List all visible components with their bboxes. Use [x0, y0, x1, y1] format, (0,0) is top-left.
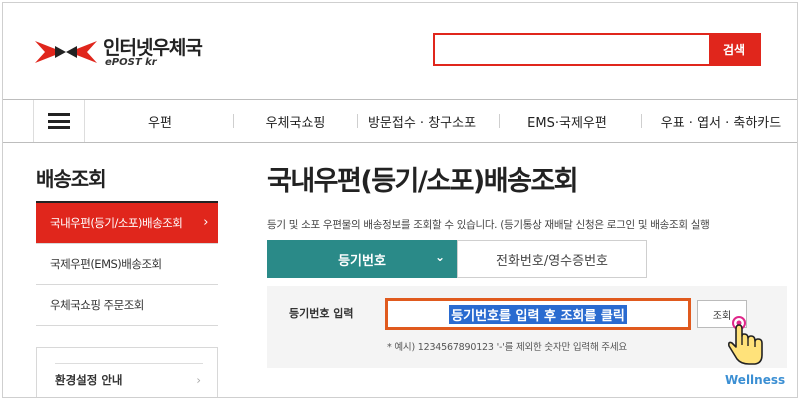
- watermark-text: Wellness: [725, 373, 786, 387]
- settings-guide-label: 환경설정 안내: [55, 373, 123, 387]
- search-button[interactable]: 검색: [709, 35, 759, 64]
- sidebar-item-label: 국내우편(등기/소포)배송조회: [50, 216, 183, 230]
- tracking-form: 등기번호 입력 등기번호를 입력 후 조회를 클릭 조회 * 예시) 12345…: [267, 286, 787, 368]
- search-input[interactable]: [435, 35, 709, 64]
- sidebar-item-label: 우체국쇼핑 주문조회: [50, 298, 144, 312]
- tab-phone-receipt[interactable]: 전화번호/영수증번호: [457, 240, 647, 278]
- nav-divider: [233, 114, 234, 128]
- sidebar-item-label: 국제우편(EMS)배송조회: [50, 257, 162, 271]
- sidebar-item-domestic-tracking[interactable]: 국내우편(등기/소포)배송조회 ›: [36, 203, 218, 244]
- sidebar-item-shopping-orders[interactable]: 우체국쇼핑 주문조회: [36, 285, 218, 326]
- epost-logo-icon: [35, 41, 97, 63]
- tab-label: 등기번호: [338, 253, 386, 269]
- menu-button[interactable]: [33, 100, 85, 142]
- chevron-down-icon: ⌄: [434, 250, 445, 264]
- nav-item-stamps-cards[interactable]: 우표 · 엽서 · 축하카드: [646, 100, 796, 142]
- tab-registration-number[interactable]: 등기번호 ⌄: [267, 240, 457, 278]
- main-nav: 우편 우체국쇼핑 방문접수 · 창구소포 EMS·국제우편 우표 · 엽서 · …: [3, 99, 797, 143]
- sidebar-item-ems-tracking[interactable]: 국제우편(EMS)배송조회: [36, 244, 218, 285]
- sidebar-menu: 국내우편(등기/소포)배송조회 › 국제우편(EMS)배송조회 우체국쇼핑 주문…: [36, 201, 218, 326]
- registration-number-input[interactable]: 등기번호를 입력 후 조회를 클릭: [385, 298, 691, 330]
- nav-divider: [357, 114, 358, 128]
- nav-item-shopping[interactable]: 우체국쇼핑: [248, 100, 343, 142]
- page-title: 국내우편(등기/소포)배송조회: [267, 166, 579, 197]
- chevron-right-icon: ›: [203, 215, 208, 230]
- hamburger-icon: [48, 113, 70, 129]
- search-bar: 검색: [433, 33, 761, 66]
- settings-guide-box: 환경설정 안내 ›: [36, 347, 218, 397]
- chevron-right-icon: ›: [196, 373, 201, 387]
- logo-title: 인터넷우체국: [103, 37, 203, 59]
- page-frame: 인터넷우체국 ePOST kr 검색 우편 우체국쇼핑 방문접수 · 창구소포 …: [2, 2, 798, 398]
- input-hint: * 예시) 1234567890123 '-'를 제외한 숫자만 입력해 주세요: [387, 342, 627, 353]
- nav-item-ems[interactable]: EMS·국제우편: [503, 100, 631, 142]
- epost-logo[interactable]: 인터넷우체국 ePOST kr: [33, 33, 223, 73]
- hand-pointer-icon: [728, 316, 763, 365]
- registration-number-label: 등기번호 입력: [289, 307, 354, 320]
- nav-divider: [499, 114, 500, 128]
- input-selected-text: 등기번호를 입력 후 조회를 클릭: [449, 304, 627, 324]
- settings-guide-link[interactable]: 환경설정 안내 ›: [55, 363, 203, 388]
- page-description: 등기 및 소포 우편물의 배송정보를 조회할 수 있습니다. (등기통상 재배달…: [267, 219, 710, 231]
- logo-subtitle: ePOST kr: [105, 57, 157, 68]
- sidebar-title: 배송조회: [36, 167, 107, 191]
- nav-item-visit-pickup[interactable]: 방문접수 · 창구소포: [361, 100, 483, 142]
- tab-label: 전화번호/영수증번호: [495, 253, 609, 269]
- nav-divider: [641, 114, 642, 128]
- nav-item-post[interactable]: 우편: [115, 100, 205, 142]
